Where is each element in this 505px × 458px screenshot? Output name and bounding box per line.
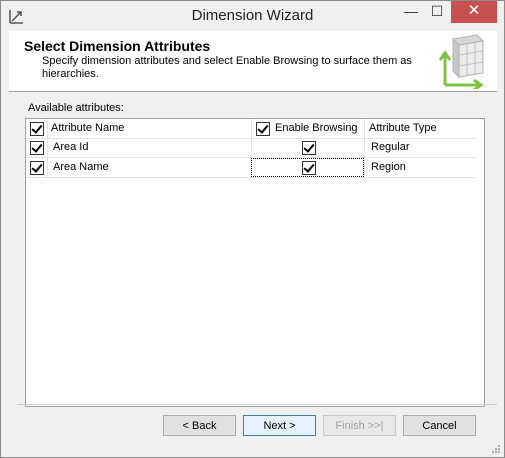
enable-browsing-all-checkbox[interactable] (256, 122, 270, 136)
grid-header-row: Attribute Name Enable Browsing Attribute… (26, 119, 476, 139)
enable-browsing-checkbox[interactable] (302, 141, 316, 155)
page-title: Select Dimension Attributes (24, 38, 211, 54)
cancel-button[interactable]: Cancel (403, 415, 476, 436)
page-description: Specify dimension attributes and select … (42, 55, 412, 80)
wizard-body: Available attributes: Attribute Name Ena… (9, 92, 497, 449)
wizard-window: Dimension Wizard — ☐ ✕ Select Dimension … (0, 0, 505, 458)
column-separator (364, 158, 365, 177)
finish-button[interactable]: Finish >>| (323, 415, 396, 436)
table-row[interactable]: Area Name Region (26, 158, 476, 178)
column-separator (364, 138, 365, 157)
column-separator (251, 138, 252, 157)
available-attributes-label: Available attributes: (28, 102, 124, 114)
row-select-checkbox[interactable] (30, 161, 44, 175)
column-header-attribute-name[interactable]: Attribute Name (51, 119, 124, 138)
close-button[interactable]: ✕ (451, 1, 497, 23)
attribute-type-cell[interactable]: Region (371, 158, 406, 177)
column-separator (251, 119, 252, 138)
column-header-enable-browsing[interactable]: Enable Browsing (275, 119, 358, 138)
select-all-checkbox[interactable] (30, 122, 44, 136)
resize-grip-icon[interactable] (491, 444, 501, 454)
enable-browsing-checkbox[interactable] (302, 161, 316, 175)
table-row[interactable]: Area Id Regular (26, 138, 476, 158)
column-separator (47, 119, 48, 138)
attribute-name-cell[interactable]: Area Name (53, 158, 109, 177)
dimension-cube-icon (439, 34, 485, 89)
column-separator (47, 158, 48, 177)
column-separator (47, 138, 48, 157)
attribute-name-cell[interactable]: Area Id (53, 138, 88, 157)
back-button[interactable]: < Back (163, 415, 236, 436)
maximize-button[interactable]: ☐ (425, 1, 449, 23)
next-button[interactable]: Next > (243, 415, 316, 436)
minimize-button[interactable]: — (399, 1, 423, 23)
attributes-grid: Attribute Name Enable Browsing Attribute… (25, 118, 485, 407)
row-select-checkbox[interactable] (30, 141, 44, 155)
wizard-header: Select Dimension Attributes Specify dime… (9, 31, 497, 92)
attribute-type-cell[interactable]: Regular (371, 138, 410, 157)
footer-divider (17, 404, 497, 405)
title-bar[interactable]: Dimension Wizard — ☐ ✕ (1, 1, 504, 31)
column-header-attribute-type[interactable]: Attribute Type (369, 119, 437, 138)
column-separator (364, 119, 365, 138)
